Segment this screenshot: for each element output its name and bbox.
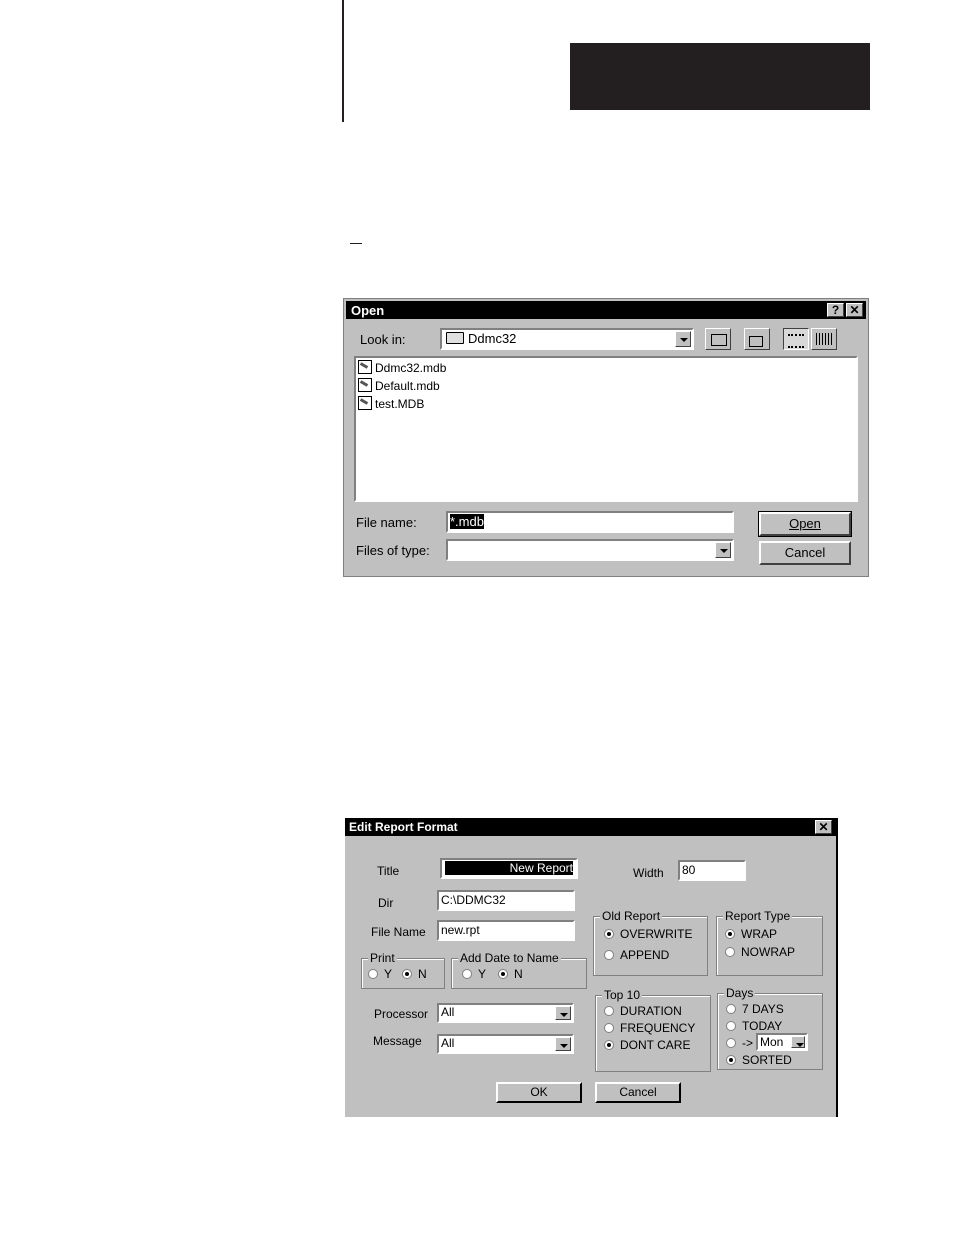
file-item[interactable]: Default.mdb — [358, 378, 440, 393]
new-folder-icon — [749, 336, 763, 347]
look-in-label: Look in: — [360, 332, 406, 347]
database-file-icon — [358, 396, 372, 410]
top10-group: Top 10 DURATION FREQUENCY DONT CARE — [595, 988, 711, 1072]
chevron-down-icon[interactable] — [555, 1006, 571, 1020]
duration-radio[interactable]: DURATION — [604, 1004, 682, 1018]
up-folder-icon — [711, 334, 727, 346]
file-item-label: test.MDB — [375, 397, 425, 411]
report-type-group-label: Report Type — [723, 909, 793, 923]
open-button-label: Open — [789, 516, 821, 531]
help-button[interactable]: ? — [827, 303, 844, 317]
old-report-group-label: Old Report — [600, 909, 663, 923]
list-view-icon — [788, 334, 804, 348]
today-radio[interactable]: TODAY — [726, 1019, 782, 1033]
top10-group-label: Top 10 — [602, 988, 643, 1002]
width-input[interactable]: 80 — [678, 860, 746, 881]
file-item-label: Default.mdb — [375, 379, 440, 393]
file-name-label: File name: — [356, 515, 417, 530]
file-name-input[interactable]: new.rpt — [437, 920, 575, 941]
append-radio[interactable]: APPEND — [604, 948, 669, 962]
processor-label: Processor — [374, 1007, 429, 1021]
title-input[interactable]: New Report — [440, 858, 578, 879]
folder-icon — [446, 332, 464, 344]
dash-mark — [350, 243, 362, 244]
frequency-radio[interactable]: FREQUENCY — [604, 1021, 695, 1035]
open-dialog: Open ? ✕ Look in: Ddmc32 File name: *.md… — [343, 298, 869, 577]
chevron-down-icon[interactable] — [715, 542, 731, 558]
message-label: Message — [373, 1034, 422, 1048]
database-file-icon — [358, 378, 372, 392]
cancel-button-label: Cancel — [619, 1085, 657, 1099]
chapter-tab-block — [570, 43, 870, 110]
file-item[interactable]: test.MDB — [358, 396, 424, 411]
file-item[interactable]: Ddmc32.mdb — [358, 360, 446, 375]
processor-select[interactable]: All — [437, 1003, 574, 1023]
wrap-radio[interactable]: WRAP — [725, 927, 777, 941]
ok-button[interactable]: OK — [496, 1082, 582, 1103]
close-button[interactable]: ✕ — [815, 820, 832, 834]
open-button[interactable]: Open — [758, 511, 852, 537]
nowrap-radio[interactable]: NOWRAP — [725, 945, 795, 959]
processor-value: All — [441, 1005, 455, 1019]
ok-button-label: OK — [530, 1085, 548, 1099]
new-folder-button[interactable] — [744, 328, 770, 350]
print-group-label: Print — [368, 951, 397, 965]
seven-days-radio[interactable]: 7 DAYS — [726, 1002, 784, 1016]
days-group: Days 7 DAYS TODAY -> Mon SORTED — [717, 986, 823, 1070]
chevron-down-icon[interactable] — [555, 1037, 571, 1051]
dir-label: Dir — [378, 896, 394, 910]
dir-input[interactable]: C:\DDMC32 — [437, 890, 575, 911]
dont-care-radio[interactable]: DONT CARE — [604, 1038, 690, 1052]
sorted-radio[interactable]: SORTED — [726, 1053, 792, 1067]
old-report-group: Old Report OVERWRITE APPEND — [593, 909, 708, 976]
details-view-icon — [816, 333, 832, 345]
day-radio[interactable]: -> — [726, 1036, 753, 1050]
print-group: Print Y N — [361, 951, 445, 989]
edit-dialog-titlebar: Edit Report Format ✕ — [345, 818, 836, 836]
message-select[interactable]: All — [437, 1034, 574, 1054]
up-folder-button[interactable] — [705, 328, 731, 350]
overwrite-radio[interactable]: OVERWRITE — [604, 927, 692, 941]
close-button[interactable]: ✕ — [846, 303, 863, 317]
days-group-label: Days — [724, 986, 756, 1000]
edit-dialog-title: Edit Report Format — [349, 820, 458, 834]
file-item-label: Ddmc32.mdb — [375, 361, 447, 375]
details-view-button[interactable] — [811, 328, 837, 350]
print-y-radio[interactable]: Y — [368, 967, 392, 981]
open-dialog-titlebar: Open ? ✕ — [346, 301, 866, 319]
day-select[interactable]: Mon — [756, 1033, 808, 1051]
chevron-down-icon[interactable] — [791, 1036, 805, 1048]
file-name-input[interactable]: *.mdb — [446, 511, 734, 533]
add-date-group-label: Add Date to Name — [458, 951, 561, 965]
print-n-radio[interactable]: N — [402, 967, 427, 981]
title-label: Title — [377, 864, 400, 878]
open-dialog-title: Open — [351, 303, 385, 318]
file-name-value: new.rpt — [441, 923, 480, 937]
width-label: Width — [633, 866, 664, 880]
margin-rule — [342, 0, 344, 122]
database-file-icon — [358, 360, 372, 374]
width-value: 80 — [682, 863, 696, 877]
cancel-button[interactable]: Cancel — [759, 541, 851, 565]
files-of-type-select[interactable] — [446, 539, 734, 561]
cancel-button-label: Cancel — [784, 545, 826, 560]
title-value: New Report — [445, 861, 573, 875]
chevron-down-icon[interactable] — [675, 331, 691, 347]
dir-value: C:\DDMC32 — [441, 893, 506, 907]
list-view-button[interactable] — [783, 328, 809, 350]
day-select-value: Mon — [760, 1035, 784, 1049]
look-in-value: Ddmc32 — [468, 331, 517, 346]
edit-report-dialog: Edit Report Format ✕ Title New Report Di… — [345, 818, 838, 1117]
add-date-y-radio[interactable]: Y — [462, 967, 486, 981]
files-of-type-label: Files of type: — [356, 543, 430, 558]
add-date-n-radio[interactable]: N — [498, 967, 523, 981]
file-name-value: *.mdb — [450, 514, 484, 529]
look-in-select[interactable]: Ddmc32 — [440, 328, 694, 350]
message-value: All — [441, 1036, 455, 1050]
add-date-group: Add Date to Name Y N — [451, 951, 587, 989]
file-name-label: File Name — [371, 925, 426, 939]
report-type-group: Report Type WRAP NOWRAP — [716, 909, 823, 976]
cancel-button[interactable]: Cancel — [595, 1082, 681, 1103]
